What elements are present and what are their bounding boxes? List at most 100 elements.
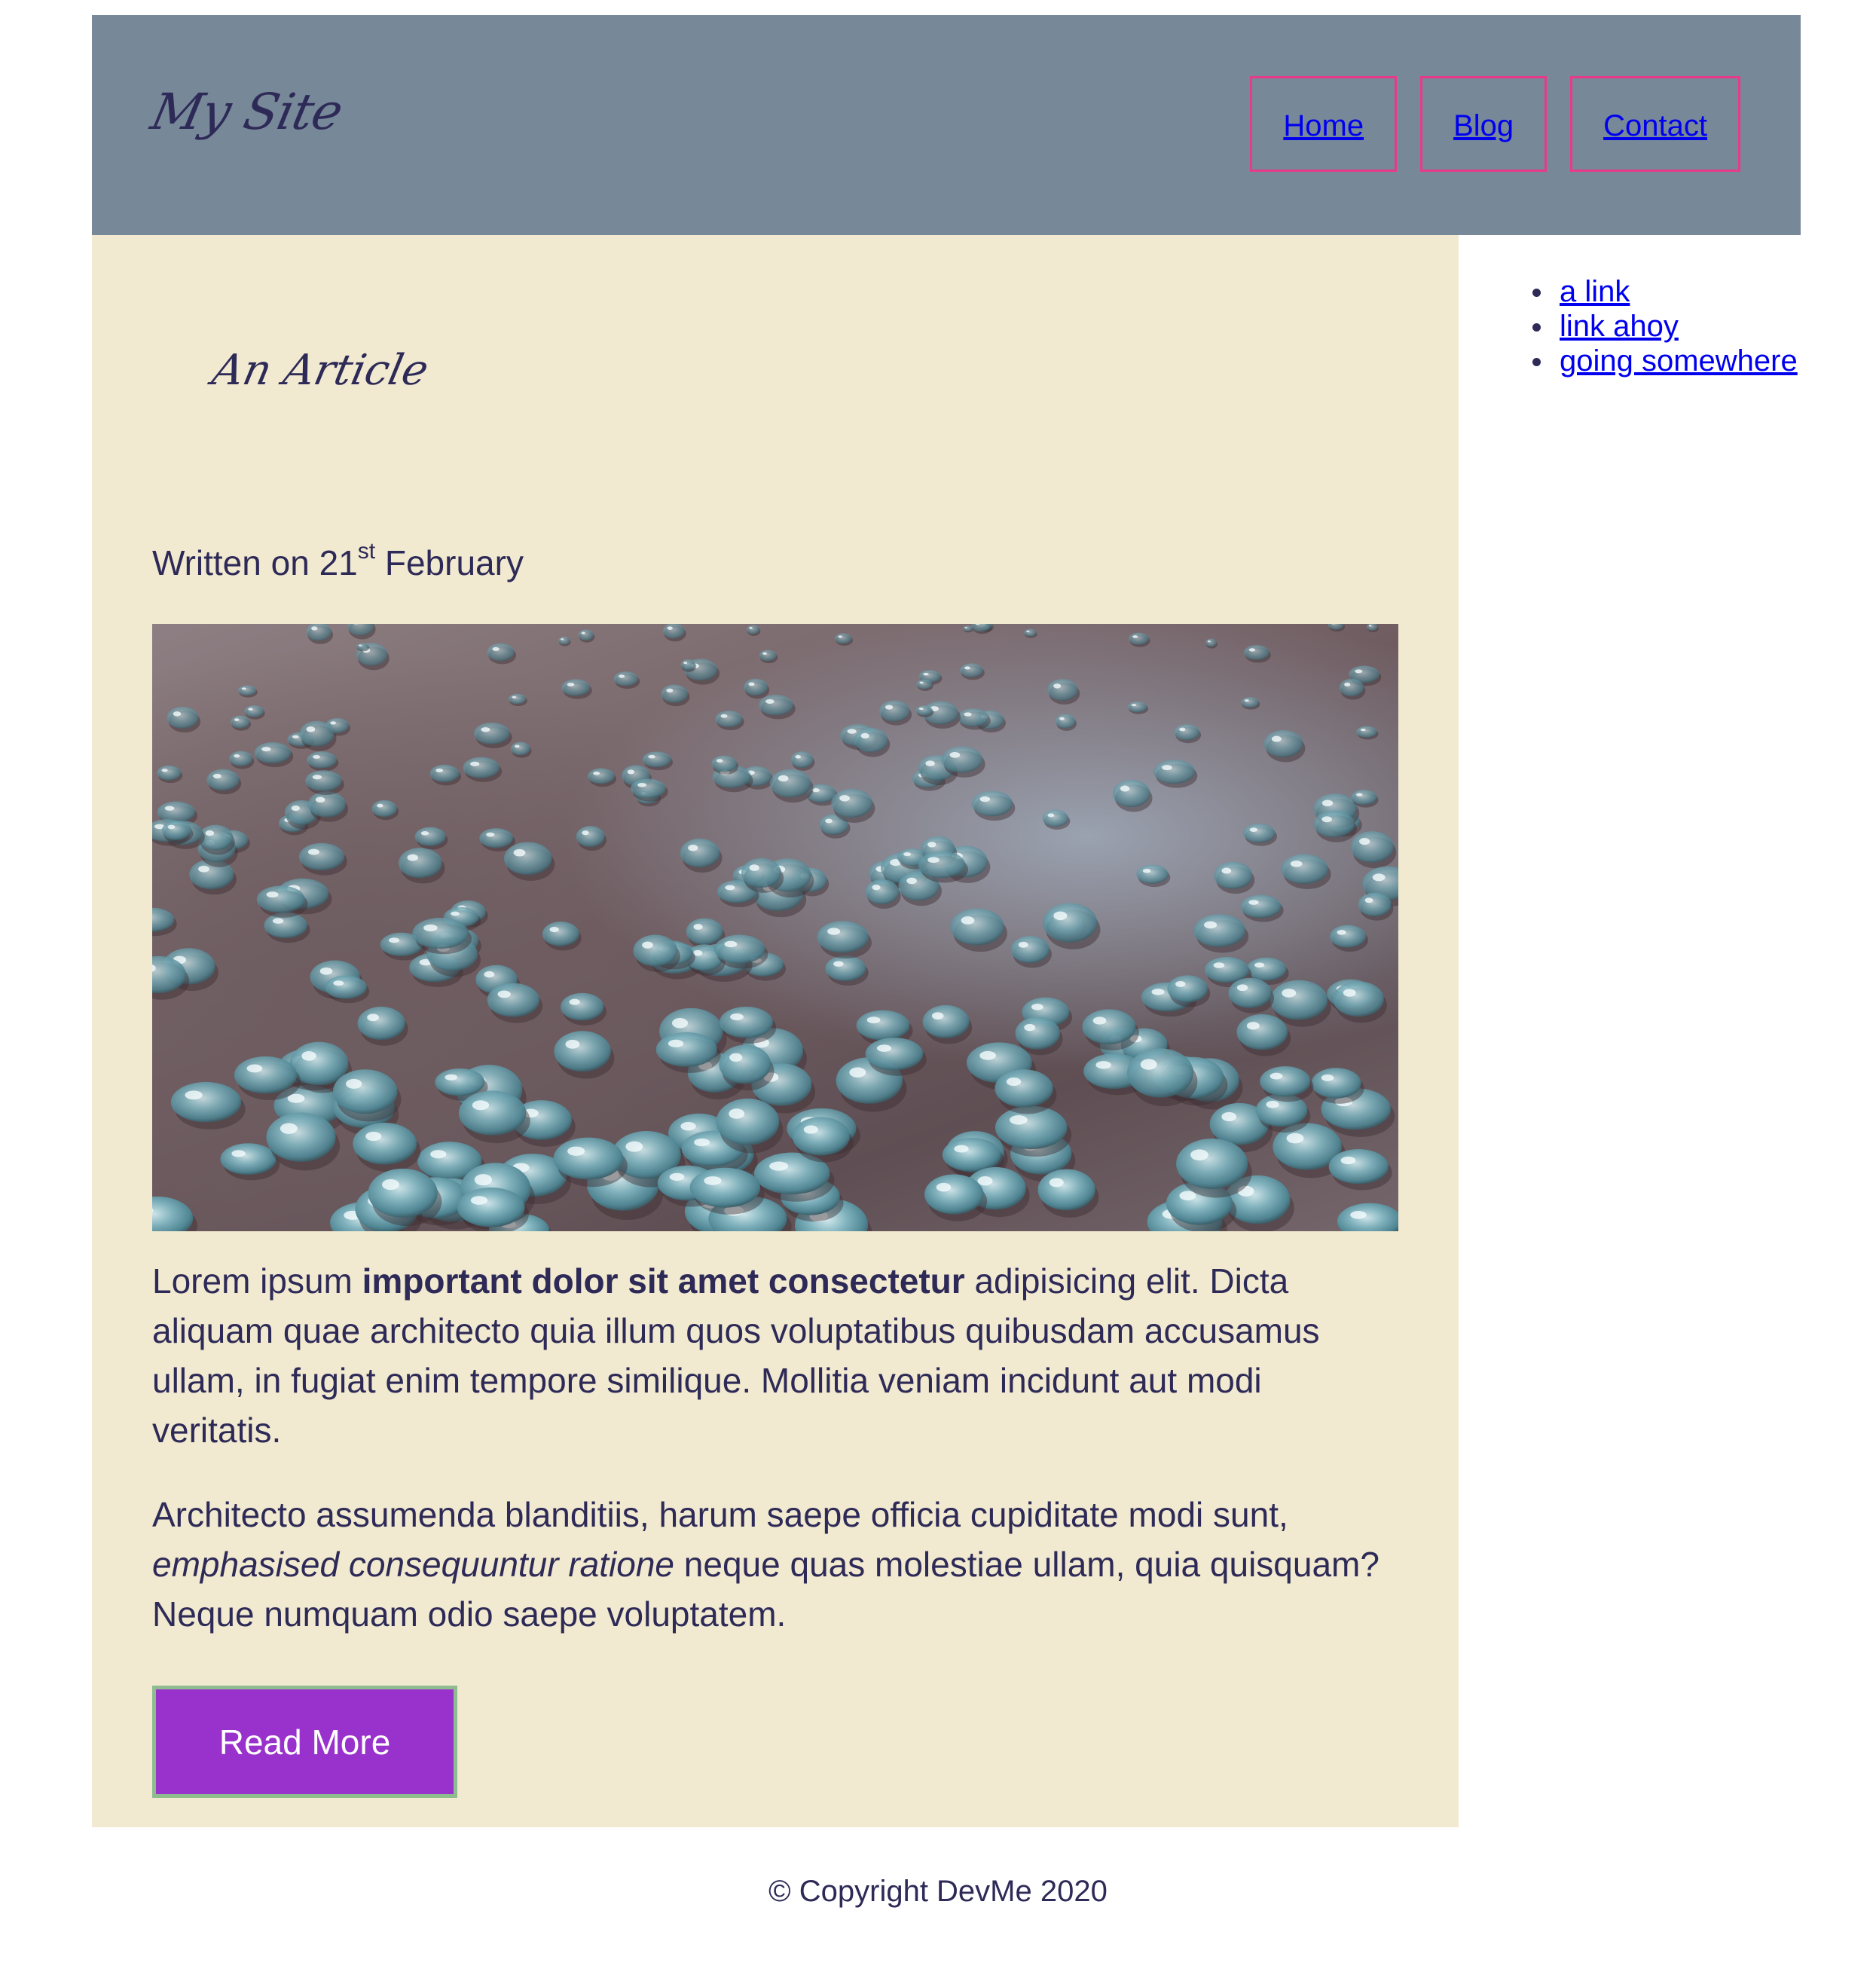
droplet-highlight [627, 769, 635, 775]
article-date: Written on 21st February [152, 540, 524, 584]
droplet-highlight [291, 805, 301, 812]
droplet-highlight [1175, 980, 1186, 987]
droplet-highlight [266, 891, 279, 898]
droplet-highlight [849, 1067, 866, 1078]
nav-link-contact[interactable]: Contact [1570, 76, 1740, 172]
droplet [1333, 981, 1384, 1017]
water-droplets-image [152, 624, 1398, 1231]
droplet-highlight [567, 1146, 585, 1156]
date-ordinal: st [357, 539, 376, 564]
droplet-highlight [688, 845, 698, 851]
droplet [503, 842, 552, 876]
droplet-highlight [1337, 930, 1346, 935]
droplet [561, 679, 591, 696]
droplet-highlight [241, 687, 246, 690]
sidebar-link-link-ahoy[interactable]: link ahoy [1560, 310, 1679, 343]
sidebar-link-list: a link link ahoy going somewhere [1459, 274, 1798, 378]
droplet-highlight [234, 718, 240, 722]
droplet [587, 768, 615, 784]
droplet-highlight [205, 830, 215, 836]
droplet [719, 1044, 771, 1084]
droplet [1311, 1068, 1361, 1099]
droplet-highlight [315, 796, 325, 803]
droplet [558, 636, 570, 645]
droplet-highlight [565, 1039, 580, 1049]
droplet [689, 1167, 761, 1208]
droplet-highlight [618, 674, 625, 678]
read-more-button[interactable]: Read More [152, 1686, 457, 1798]
droplet [1246, 957, 1287, 981]
droplet-highlight [1120, 785, 1130, 792]
droplet-highlight [666, 688, 674, 693]
droplet-highlight [927, 842, 936, 848]
droplet-highlight [1364, 897, 1373, 903]
droplet-highlight [730, 1013, 744, 1021]
droplet [553, 1137, 624, 1180]
droplet [305, 770, 342, 792]
droplet-highlight [720, 714, 728, 718]
droplet-highlight [515, 744, 520, 748]
droplet-highlight [198, 865, 209, 873]
droplet-highlight [1204, 921, 1218, 929]
droplet-highlight [377, 803, 383, 808]
droplet [473, 722, 510, 744]
droplet-highlight [949, 752, 961, 758]
droplet-highlight [704, 1176, 722, 1185]
droplet-highlight [512, 695, 517, 699]
droplet [1281, 854, 1328, 885]
droplet [1193, 914, 1245, 947]
droplet-highlight [164, 806, 175, 811]
droplet [1228, 977, 1272, 1008]
droplet [792, 1117, 850, 1156]
droplet-highlight [1132, 635, 1138, 638]
droplet [613, 671, 639, 686]
droplet-highlight [430, 1150, 447, 1159]
droplet-highlight [1355, 669, 1363, 674]
droplet-highlight [1368, 625, 1372, 627]
droplet-highlight [1350, 1211, 1367, 1219]
site-logo[interactable]: My Site [146, 83, 347, 141]
nav-link-home[interactable]: Home [1250, 76, 1398, 172]
droplet [479, 828, 514, 848]
droplet [878, 700, 910, 722]
droplet-highlight [445, 1074, 458, 1081]
droplet-highlight [423, 924, 438, 931]
droplet [1046, 679, 1078, 701]
droplet [1351, 790, 1377, 806]
droplet [332, 1069, 398, 1114]
droplet [412, 918, 469, 949]
droplet-highlight [248, 708, 253, 711]
droplet-highlight [964, 666, 970, 670]
droplet-highlight [1142, 868, 1151, 873]
droplet-highlight [280, 1123, 298, 1134]
droplet-highlight [569, 998, 580, 1005]
droplet-highlight [671, 1018, 689, 1029]
droplet-highlight [161, 769, 168, 772]
nav-link-blog[interactable]: Blog [1420, 76, 1548, 172]
droplet [298, 842, 345, 871]
droplet [959, 663, 983, 678]
droplet-highlight [1321, 1074, 1334, 1081]
droplet [487, 643, 515, 662]
droplet [256, 885, 305, 913]
droplet [958, 708, 989, 727]
droplet-highlight [367, 1013, 380, 1022]
droplet-highlight [918, 708, 924, 711]
droplet [1010, 936, 1050, 964]
droplet [254, 742, 292, 764]
droplet [457, 1187, 525, 1227]
sidebar-link-a-link[interactable]: a link [1560, 275, 1630, 308]
droplet-highlight [593, 772, 600, 775]
droplet-highlight [977, 1176, 993, 1186]
droplet-highlight [1246, 1022, 1260, 1030]
droplet [744, 678, 768, 696]
droplet-highlight [407, 854, 418, 861]
droplet-highlight [961, 916, 975, 925]
sidebar-link-going-somewhere[interactable]: going somewhere [1560, 344, 1798, 378]
page-container: My Site Home Blog Contact [92, 15, 1801, 235]
droplet-highlight [549, 927, 559, 933]
droplet-highlight [931, 1012, 944, 1020]
droplet [1055, 714, 1076, 729]
droplet-highlight [667, 626, 673, 630]
droplet [157, 765, 182, 781]
